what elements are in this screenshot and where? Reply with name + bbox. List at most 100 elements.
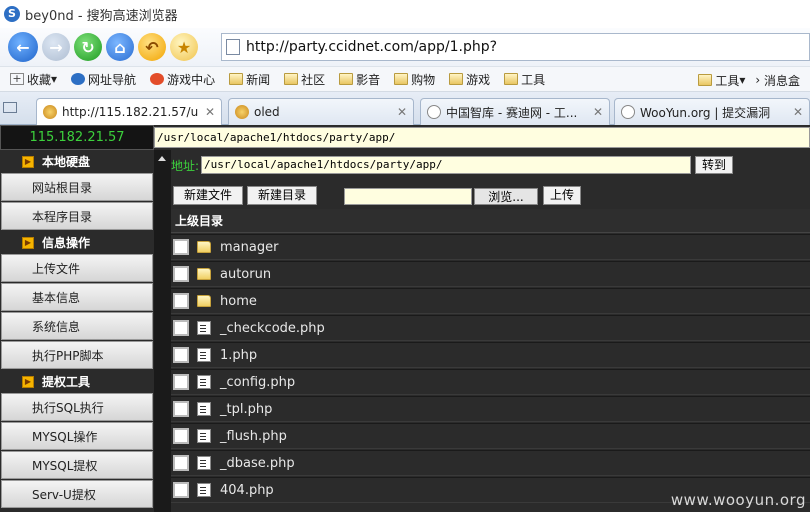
watermark: www.wooyun.org [670, 491, 806, 509]
file-name[interactable]: _tpl.php [220, 402, 272, 417]
path-row: 地址: /usr/local/apache1/htdocs/party/app/… [171, 154, 734, 176]
select-checkbox[interactable] [173, 401, 189, 417]
server-ip: 115.182.21.57 [0, 125, 154, 150]
favicon-icon [235, 105, 249, 119]
sidebar-item-exec-sql[interactable]: 执行SQL执行 [1, 393, 153, 421]
tab-list-icon[interactable] [3, 102, 17, 113]
file-manager: 地址: /usr/local/apache1/htdocs/party/app/… [171, 150, 810, 512]
new-file-button[interactable]: 新建文件 [173, 186, 244, 205]
select-checkbox[interactable] [173, 347, 189, 363]
select-checkbox[interactable] [173, 482, 189, 498]
goto-button[interactable]: 转到 [695, 156, 734, 174]
folder-icon [449, 73, 464, 85]
bookmark-shopping[interactable]: 购物 [394, 71, 435, 88]
favorite-star-button[interactable]: ★ [170, 33, 198, 61]
list-item: autorun [171, 261, 810, 287]
close-icon[interactable]: ✕ [205, 105, 215, 119]
frame-scrollbar[interactable] [154, 150, 171, 512]
add-icon: + [10, 73, 24, 85]
sidebar-item-basic-info[interactable]: 基本信息 [1, 283, 153, 311]
sidebar-item-exec-php[interactable]: 执行PHP脚本 [1, 341, 153, 369]
file-name[interactable]: _flush.php [220, 429, 287, 444]
folder-icon [339, 73, 354, 85]
bookmark-video[interactable]: 影音 [339, 71, 380, 88]
tab-ccidnet[interactable]: 中国智库 - 赛迪网 - 工... ✕ [420, 98, 610, 125]
arrow-icon: ▶ [22, 236, 34, 249]
list-item: _checkcode.php [171, 315, 810, 341]
forward-button[interactable]: → [42, 33, 70, 61]
select-checkbox[interactable] [173, 428, 189, 444]
file-name[interactable]: autorun [220, 267, 271, 282]
file-name[interactable]: _config.php [220, 375, 295, 390]
folder-icon [229, 73, 244, 85]
list-item: _flush.php [171, 423, 810, 449]
bookmark-favorites[interactable]: + 收藏 ▾ [10, 71, 57, 88]
sidebar-item-mysql-ops[interactable]: MYSQL操作 [1, 422, 153, 450]
close-icon[interactable]: ✕ [793, 105, 803, 119]
sidebar-item-program-dir[interactable]: 本程序目录 [1, 202, 153, 230]
tab-oled[interactable]: oled ✕ [228, 98, 414, 125]
file-name[interactable]: home [220, 294, 257, 309]
upload-file-input[interactable] [344, 188, 472, 205]
arrow-icon: ▶ [22, 155, 34, 168]
bookmark-nav[interactable]: 网址导航 [71, 71, 136, 88]
message-box[interactable]: › 消息盒 [755, 72, 800, 89]
address-url[interactable]: http://party.ccidnet.com/app/1.php? [246, 39, 497, 55]
arrow-icon: ▶ [22, 375, 34, 388]
list-item: manager [171, 234, 810, 260]
file-name[interactable]: 1.php [220, 348, 257, 363]
select-checkbox[interactable] [173, 266, 189, 282]
sidebar-item-upload[interactable]: 上传文件 [1, 254, 153, 282]
browse-button[interactable]: 浏览... [474, 188, 538, 205]
tools-menu[interactable]: 工具 ▾ [698, 72, 745, 89]
folder-icon [394, 73, 409, 85]
close-icon[interactable]: ✕ [397, 105, 407, 119]
select-checkbox[interactable] [173, 320, 189, 336]
folder-icon [284, 73, 299, 85]
sidebar-header-privilege: ▶ 提权工具 [0, 370, 154, 393]
bookmark-games[interactable]: 游戏 [449, 71, 490, 88]
select-checkbox[interactable] [173, 239, 189, 255]
file-name[interactable]: _dbase.php [220, 456, 295, 471]
bookmark-community[interactable]: 社区 [284, 71, 325, 88]
new-dir-button[interactable]: 新建目录 [247, 186, 318, 205]
sidebar-item-servu-priv[interactable]: Serv-U提权 [1, 480, 153, 508]
undo-button[interactable]: ↶ [138, 33, 166, 61]
toolbar: 新建文件 新建目录 浏览... 上传 [171, 185, 810, 207]
address-bar[interactable]: http://party.ccidnet.com/app/1.php? [221, 33, 810, 61]
home-button[interactable]: ⌂ [106, 33, 134, 61]
select-checkbox[interactable] [173, 374, 189, 390]
list-item: _dbase.php [171, 450, 810, 476]
folder-icon [197, 268, 211, 280]
title-bar: S bey0nd - 搜狗高速浏览器 [0, 0, 810, 28]
parent-dir-link[interactable]: 上级目录 [171, 209, 810, 233]
navigation-bar: ← → ↻ ⌂ ↶ ★ http://party.ccidnet.com/app… [0, 28, 810, 66]
bookmark-games-center[interactable]: 游戏中心 [150, 71, 215, 88]
sidebar-item-mysql-priv[interactable]: MYSQL提权 [1, 451, 153, 479]
page-icon [621, 105, 635, 119]
path-input[interactable]: /usr/local/apache1/htdocs/party/app/ [201, 156, 692, 174]
list-item: _tpl.php [171, 396, 810, 422]
select-checkbox[interactable] [173, 293, 189, 309]
refresh-button[interactable]: ↻ [74, 33, 102, 61]
bookmark-news[interactable]: 新闻 [229, 71, 270, 88]
select-checkbox[interactable] [173, 455, 189, 471]
file-name[interactable]: manager [220, 240, 278, 255]
file-icon [197, 375, 211, 389]
upload-button[interactable]: 上传 [543, 186, 582, 205]
tab-wooyun[interactable]: WooYun.org | 提交漏洞 ✕ [614, 98, 810, 125]
file-name[interactable]: _checkcode.php [220, 321, 325, 336]
file-icon [197, 456, 211, 470]
file-icon [197, 348, 211, 362]
scroll-up-icon[interactable] [158, 156, 166, 161]
tab-bar: http://115.182.21.57/upl... ✕ oled ✕ 中国智… [0, 92, 810, 125]
back-button[interactable]: ← [8, 32, 38, 62]
sidebar-item-site-root[interactable]: 网站根目录 [1, 173, 153, 201]
game-icon [150, 73, 165, 85]
sidebar-item-system-info[interactable]: 系统信息 [1, 312, 153, 340]
bookmark-tools[interactable]: 工具 [504, 71, 545, 88]
file-name[interactable]: 404.php [220, 483, 274, 498]
tab-upload[interactable]: http://115.182.21.57/upl... ✕ [36, 98, 222, 125]
close-icon[interactable]: ✕ [593, 105, 603, 119]
folder-icon [197, 295, 211, 307]
